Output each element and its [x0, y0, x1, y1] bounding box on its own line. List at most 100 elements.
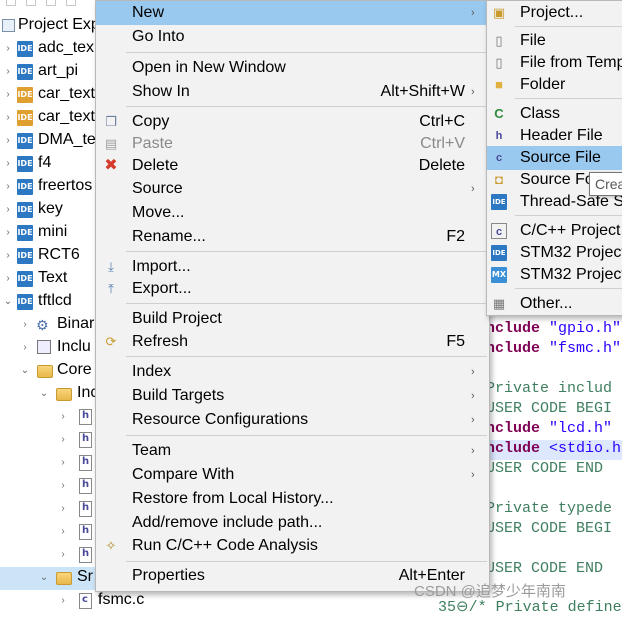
submenu-item-project[interactable]: ▣ Project... — [487, 1, 622, 25]
menu-item-team[interactable]: Team › — [96, 439, 489, 463]
collapse-arrow-icon[interactable]: ⌄ — [39, 389, 49, 399]
submenu-item-file-from-template[interactable]: ▯ File from Temp — [487, 51, 622, 75]
expand-arrow-icon[interactable]: › — [3, 159, 13, 169]
code-editor[interactable]: nclude "gpio.h" nclude "fsmc.h" Private … — [486, 300, 622, 613]
tree-item-project[interactable]: › IDE freertos — [0, 176, 100, 199]
expand-arrow-icon[interactable]: › — [3, 205, 13, 215]
menu-item-restore-from-local-history[interactable]: Restore from Local History... — [96, 487, 489, 511]
tree-item-project[interactable]: › IDE DMA_te — [0, 130, 100, 153]
tree-item-file[interactable]: › — [0, 452, 100, 475]
expand-arrow-icon[interactable]: › — [3, 136, 13, 146]
tree-item-project[interactable]: › IDE f4 — [0, 153, 100, 176]
tree-item-file[interactable]: › — [0, 406, 100, 429]
menu-item-paste[interactable]: ▤ Paste Ctrl+V — [96, 132, 489, 156]
tree-item-includes[interactable]: › Inclu — [0, 337, 100, 360]
menu-item-new[interactable]: New › — [96, 1, 489, 25]
submenu-item-stm32-project[interactable]: IDE STM32 Project — [487, 241, 622, 265]
cpp-project-icon: c — [491, 223, 507, 239]
menu-item-move[interactable]: Move... — [96, 201, 489, 225]
tree-item-project[interactable]: › IDE adc_tex — [0, 38, 100, 61]
tree-item-file[interactable]: › — [0, 429, 100, 452]
menu-separator — [126, 356, 487, 357]
submenu-item-header-file[interactable]: h Header File — [487, 124, 622, 148]
toolbar-button[interactable] — [46, 0, 56, 6]
expand-arrow-icon[interactable]: › — [3, 182, 13, 192]
delete-icon: ✖ — [104, 157, 118, 174]
menu-item-resource-configurations[interactable]: Resource Configurations › — [96, 408, 489, 432]
submenu-item-cpp-project[interactable]: c C/C++ Project — [487, 219, 622, 243]
tree-item-folder-src[interactable]: ⌄ Sr — [0, 567, 100, 590]
collapse-arrow-icon[interactable]: ⌄ — [39, 573, 49, 583]
menu-item-show-in[interactable]: Show In Alt+Shift+W › — [96, 80, 489, 104]
tree-item-file[interactable]: › — [0, 498, 100, 521]
menu-item-open-in-new-window[interactable]: Open in New Window — [96, 56, 489, 80]
tree-item-project[interactable]: › IDE art_pi — [0, 61, 100, 84]
submenu-item-file[interactable]: ▯ File — [487, 29, 622, 53]
ide-icon: IDE — [491, 245, 507, 261]
menu-item-build-project[interactable]: Build Project — [96, 307, 489, 331]
menu-item-rename[interactable]: Rename... F2 — [96, 225, 489, 249]
expand-arrow-icon[interactable]: › — [58, 596, 68, 606]
tree-item-project[interactable]: › IDE Text — [0, 268, 100, 291]
menu-item-go-into[interactable]: Go Into — [96, 25, 489, 49]
tree-item-project[interactable]: › IDE car_text — [0, 84, 100, 107]
tree-item-label: art_pi — [38, 62, 79, 79]
tree-item-project[interactable]: › IDE car_text — [0, 107, 100, 130]
expand-arrow-icon[interactable]: › — [58, 435, 68, 445]
tree-item-project[interactable]: › IDE mini — [0, 222, 100, 245]
menu-item-copy[interactable]: ❐ Copy Ctrl+C — [96, 110, 489, 134]
expand-arrow-icon[interactable]: › — [58, 550, 68, 560]
submenu-item-folder[interactable]: ■ Folder — [487, 73, 622, 97]
submenu-item-stm32-project-mx[interactable]: MX STM32 Project — [487, 263, 622, 287]
expand-arrow-icon[interactable]: › — [20, 343, 30, 353]
menu-item-delete[interactable]: ✖ Delete Delete — [96, 154, 489, 178]
expand-arrow-icon[interactable]: › — [58, 412, 68, 422]
expand-arrow-icon[interactable]: › — [3, 251, 13, 261]
tree-item-file[interactable]: › — [0, 521, 100, 544]
tree-item-project[interactable]: › IDE key — [0, 199, 100, 222]
toolbar-button[interactable] — [6, 0, 16, 6]
tree-item-file[interactable]: › fsmc.c — [0, 590, 100, 613]
tooltip: Crea — [589, 172, 622, 196]
code-line-highlighted: nclude <stdio.h — [486, 440, 622, 460]
collapse-arrow-icon[interactable]: ⌄ — [3, 297, 13, 307]
menu-item-source[interactable]: Source › — [96, 177, 489, 201]
submenu-item-source-file[interactable]: c Source File — [487, 146, 622, 170]
expand-arrow-icon[interactable]: › — [3, 274, 13, 284]
expand-arrow-icon[interactable]: › — [58, 527, 68, 537]
tree-item-file[interactable]: › — [0, 475, 100, 498]
menu-item-add-remove-include-path[interactable]: Add/remove include path... — [96, 511, 489, 535]
expand-arrow-icon[interactable]: › — [58, 458, 68, 468]
expand-arrow-icon[interactable]: › — [58, 504, 68, 514]
tree-item-folder-core[interactable]: ⌄ Core — [0, 360, 100, 383]
tree-item-binaries[interactable]: › ⚙ Binar — [0, 314, 100, 337]
menu-item-export[interactable]: ⤒ Export... — [96, 277, 489, 301]
toolbar-button[interactable] — [26, 0, 36, 6]
expand-arrow-icon[interactable]: › — [3, 228, 13, 238]
expand-arrow-icon[interactable]: › — [3, 67, 13, 77]
menu-item-compare-with[interactable]: Compare With › — [96, 463, 489, 487]
expand-arrow-icon[interactable]: › — [20, 320, 30, 330]
tree-item-project[interactable]: › IDE RCT6 — [0, 245, 100, 268]
submenu-item-other[interactable]: ▦ Other... — [487, 292, 622, 316]
submenu-arrow-icon: › — [471, 86, 475, 98]
file-template-icon: ▯ — [495, 55, 503, 70]
menu-item-index[interactable]: Index › — [96, 360, 489, 384]
code-line: USER CODE END — [486, 460, 604, 477]
submenu-item-class[interactable]: C Class — [487, 102, 622, 126]
tree-item-file-visible[interactable]: fsmc.c — [96, 590, 156, 613]
collapse-arrow-icon[interactable]: ⌄ — [20, 366, 30, 376]
expand-arrow-icon[interactable]: › — [3, 90, 13, 100]
tree-item-file[interactable]: › — [0, 544, 100, 567]
menu-item-run-code-analysis[interactable]: ✧ Run C/C++ Code Analysis — [96, 534, 489, 558]
toolbar-button[interactable] — [66, 0, 76, 6]
expand-arrow-icon[interactable]: › — [3, 113, 13, 123]
expand-arrow-icon[interactable]: › — [3, 44, 13, 54]
menu-item-import[interactable]: ⤓ Import... — [96, 255, 489, 279]
expand-arrow-icon[interactable]: › — [58, 481, 68, 491]
menu-item-build-targets[interactable]: Build Targets › — [96, 384, 489, 408]
explorer-header: Project Exp — [0, 14, 100, 38]
tree-item-project[interactable]: ⌄ IDE tftlcd — [0, 291, 100, 314]
menu-item-refresh[interactable]: ⟳ Refresh F5 — [96, 330, 489, 354]
tree-item-folder-inc[interactable]: ⌄ Inc — [0, 383, 100, 406]
